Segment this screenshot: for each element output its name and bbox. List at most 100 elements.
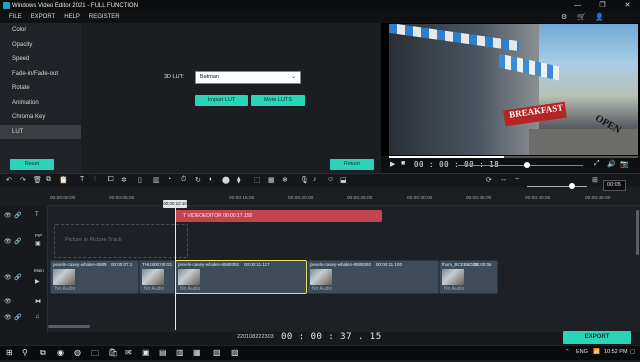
app-icon-gray[interactable]: ▨ [231, 348, 239, 357]
play-icon[interactable]: ▶ [390, 160, 395, 168]
overlay-icon[interactable]: ⬓ [340, 176, 347, 184]
sidebar-item-lut[interactable]: LUT [0, 124, 81, 139]
return-button[interactable]: Return [330, 159, 374, 170]
menu-export[interactable]: EXPORT [31, 14, 56, 20]
delete-icon[interactable]: 🗑 [33, 176, 42, 184]
cart-icon[interactable]: 🛒 [577, 13, 586, 21]
search-icon[interactable]: ⚲ [22, 348, 28, 357]
tray-chevron-icon[interactable]: ⌃ [565, 349, 570, 355]
sidebar-item-chroma-key[interactable]: Chroma Key [0, 110, 81, 125]
speed-icon[interactable]: ◔ [167, 176, 171, 183]
user-icon[interactable]: 👤 [595, 13, 604, 21]
sidebar-item-animation[interactable]: Animation [0, 96, 81, 111]
sidebar-item-opacity[interactable]: Opacity [0, 38, 81, 53]
app-icon-orange[interactable]: ▥ [176, 348, 184, 357]
undo-icon[interactable]: ↶ [6, 176, 12, 184]
task-view-icon[interactable]: ⧉ [40, 348, 46, 358]
sticker-icon[interactable]: ☺ [327, 176, 334, 183]
video-clip[interactable]: pexels-casey-whalen-6589392 00:00:11.100… [307, 260, 439, 294]
title-clip[interactable]: T VIDEOEDITOR 00:00:17.150 [175, 210, 382, 222]
windows-start-icon[interactable]: ⊞ [6, 348, 13, 357]
reset-button[interactable]: Reset [10, 159, 54, 170]
eye-icon[interactable]: 👁 [4, 314, 12, 321]
transition-icon[interactable]: ⧫ [237, 176, 240, 184]
pip-track-placeholder[interactable]: Picture in Picture Track [54, 224, 188, 258]
notification-icon[interactable]: ▢ [630, 349, 635, 355]
microphone-icon[interactable]: 🎙 [300, 176, 309, 184]
zoom-input[interactable]: 00:05 [603, 180, 626, 191]
app-icon-lr[interactable]: ▣ [142, 348, 150, 357]
redo-icon[interactable]: ↷ [20, 176, 26, 184]
link-icon[interactable]: 🔗 [14, 314, 21, 321]
minimize-button[interactable]: — [565, 0, 590, 11]
menu-file[interactable]: FILE [9, 14, 22, 20]
link-icon[interactable]: 🔗 [14, 238, 21, 245]
chrome-icon[interactable]: ◉ [57, 348, 64, 357]
sidebar-item-color[interactable]: Color [0, 23, 81, 38]
more-luts-button[interactable]: More LUTS [251, 95, 305, 106]
rotate-icon[interactable]: ↻ [195, 176, 201, 184]
timeline-ruler[interactable] [48, 193, 640, 206]
text-icon[interactable]: T [80, 176, 84, 183]
zoom-in-icon[interactable]: ⊞ [592, 176, 598, 184]
video-editor-taskbar-icon[interactable]: ▧ [213, 348, 221, 357]
vertical-scrollbar[interactable] [636, 210, 639, 255]
clock[interactable]: 10:52 PM [604, 349, 628, 355]
language-indicator[interactable]: ENG [576, 349, 588, 355]
color-icon[interactable]: ◐ [209, 176, 213, 183]
sidebar-item-fade[interactable]: Fade-in/Fade-out [0, 67, 81, 82]
mosaic-icon[interactable]: ▦ [268, 176, 275, 184]
refresh-icon[interactable]: ⟳ [486, 176, 492, 184]
video-clip[interactable]: thum_BCEB6DD1 00:00:06 No Audio [439, 260, 498, 294]
video-clip[interactable]: pexels-casey-whalen-6589 00:00:07.1 No A… [50, 260, 139, 294]
menu-register[interactable]: REGISTER [89, 14, 120, 20]
stop-icon[interactable]: ■ [401, 160, 405, 167]
freeze-icon[interactable]: ❄ [282, 176, 288, 184]
settings-icon[interactable]: ⚙ [561, 13, 567, 21]
playhead[interactable] [175, 200, 176, 330]
snapshot-icon[interactable]: 📷 [620, 160, 629, 168]
eye-icon[interactable]: 👁 [4, 212, 12, 219]
volume-slider[interactable] [458, 165, 583, 166]
wifi-icon[interactable]: 📶 [593, 349, 600, 355]
zoom-slider[interactable] [527, 186, 587, 187]
mail-icon[interactable]: ✉ [125, 348, 132, 357]
playhead-time[interactable]: 00:00:10:10 [163, 200, 187, 208]
export-button[interactable]: EXPORT [563, 331, 631, 344]
zoom-slider-knob[interactable] [569, 183, 575, 189]
menu-help[interactable]: HELP [64, 14, 80, 20]
eye-icon[interactable]: 👁 [4, 274, 12, 281]
fullscreen-icon[interactable]: ⤢ [594, 160, 600, 168]
split-icon[interactable]: ⫶ [94, 176, 96, 184]
volume-icon[interactable]: 🔊 [607, 160, 616, 168]
store-icon[interactable]: 🛍 [108, 348, 118, 357]
resize-icon[interactable]: ⬚ [254, 176, 261, 184]
import-lut-button[interactable]: Import LUT [195, 95, 248, 106]
zoom-out-icon[interactable]: − [515, 176, 519, 183]
copy-icon[interactable]: ⧉ [46, 176, 51, 184]
eye-icon[interactable]: 👁 [4, 298, 12, 305]
lut-select[interactable]: Batman ⌄ [195, 71, 301, 84]
link-icon[interactable]: 🔗 [14, 274, 21, 281]
crop-icon[interactable]: ⧠ [108, 176, 114, 184]
app-icon-blue[interactable]: ▤ [159, 348, 167, 357]
volume-slider-knob[interactable] [523, 162, 530, 168]
video-clip[interactable]: THUS 00:00:03. No Audio [139, 260, 175, 294]
trim-icon[interactable]: ▯ [138, 176, 142, 184]
sidebar-item-speed[interactable]: Speed [0, 52, 81, 67]
fit-icon[interactable]: ↔ [500, 176, 507, 183]
paste-icon[interactable]: 📋 [59, 176, 68, 184]
app-icon-dark[interactable]: ▦ [193, 348, 201, 357]
sidebar-item-rotate[interactable]: Rotate [0, 81, 81, 96]
eye-icon[interactable]: 👁 [4, 238, 12, 245]
video-clip-selected[interactable]: pexels-casey-whalen-6589392 00:00:11.117… [175, 260, 307, 294]
effects-icon[interactable]: ✲ [121, 176, 127, 184]
maximize-button[interactable]: ❐ [590, 0, 615, 11]
timer-icon[interactable]: ⏱ [181, 176, 186, 184]
audio-icon[interactable]: ♪ [313, 176, 317, 183]
audio-bars-icon[interactable]: ▥ [153, 176, 160, 184]
mask-icon[interactable]: ⬤ [222, 176, 230, 184]
edge-icon[interactable]: ◍ [74, 348, 81, 357]
close-button[interactable]: ✕ [615, 0, 640, 11]
horizontal-scrollbar[interactable] [48, 325, 90, 328]
